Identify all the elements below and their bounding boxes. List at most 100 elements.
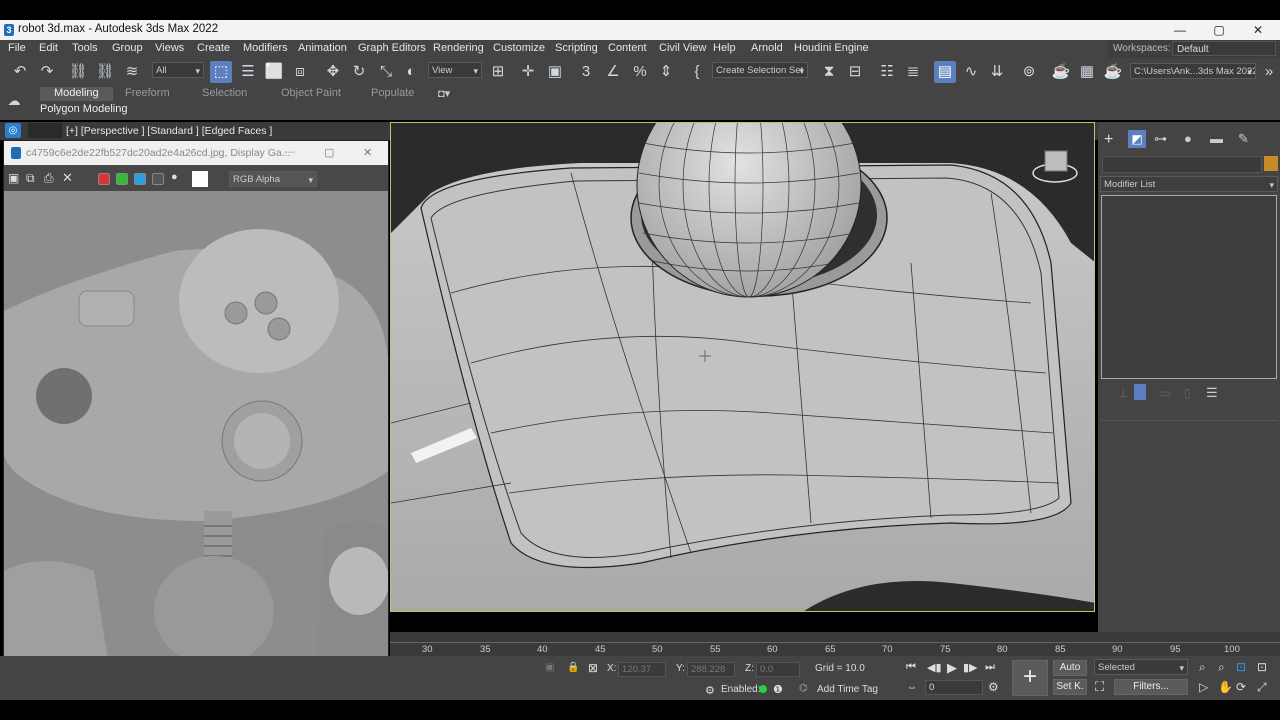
orbit-icon[interactable]: ⟳	[1236, 680, 1246, 694]
show-end-result-icon[interactable]	[1134, 384, 1146, 400]
menu-views[interactable]: Views	[155, 42, 184, 54]
selection-lock-icon[interactable]: 🔒	[567, 662, 579, 673]
enabled-indicator[interactable]	[759, 685, 767, 693]
menu-tools[interactable]: Tools	[72, 42, 98, 54]
align-icon[interactable]: ⊟	[844, 61, 866, 83]
ribbon-teapot-icon[interactable]: ☁	[3, 90, 25, 112]
menu-file[interactable]: File	[8, 42, 26, 54]
select-manipulate-icon[interactable]: ✛	[517, 61, 539, 83]
mirror-icon[interactable]: ⧗	[818, 61, 840, 83]
select-by-name-icon[interactable]: ☰	[237, 61, 259, 83]
menu-content[interactable]: Content	[608, 42, 647, 54]
maximize-viewport-icon[interactable]: ⤢	[1257, 680, 1267, 695]
time-tag-icon[interactable]: ⌬	[799, 683, 808, 694]
tab-selection[interactable]: Selection	[202, 87, 247, 101]
select-place-icon[interactable]: ◐	[400, 61, 422, 83]
info-icon[interactable]: ❶	[773, 683, 783, 696]
utilities-tab-icon[interactable]: ✎	[1238, 131, 1249, 147]
clear-image-icon[interactable]: ✕	[62, 170, 73, 186]
percent-snap-icon[interactable]: %	[629, 61, 651, 83]
image-window-close-button[interactable]: ✕	[363, 146, 372, 159]
clone-window-icon[interactable]: ⧉	[26, 171, 35, 186]
time-configuration-icon[interactable]: ⚙	[988, 680, 999, 694]
viewport-layout-icon[interactable]: ◎	[5, 123, 21, 138]
scene-explorer-icon[interactable]: ☷	[876, 61, 898, 83]
layer-explorer-icon[interactable]: ≣	[902, 61, 924, 83]
select-rotate-icon[interactable]: ↻	[348, 61, 370, 83]
schematic-view-icon[interactable]: ⇊	[986, 61, 1008, 83]
tab-modeling[interactable]: Modeling	[40, 87, 113, 101]
z-coordinate-field[interactable]: 0.0	[756, 662, 800, 677]
toolbar-overflow-icon[interactable]: »	[1258, 61, 1280, 83]
play-icon[interactable]: ▶	[947, 660, 957, 676]
minimize-button[interactable]: —	[1160, 20, 1200, 40]
field-of-view-icon[interactable]: ▷	[1199, 680, 1208, 694]
menu-scripting[interactable]: Scripting	[555, 42, 598, 54]
window-crossing-icon[interactable]: ⧈	[289, 61, 311, 83]
menu-houdini-engine[interactable]: Houdini Engine	[794, 42, 869, 54]
image-window-maximize-button[interactable]: ▢	[324, 146, 334, 159]
menu-graph-editors[interactable]: Graph Editors	[358, 42, 426, 54]
remove-modifier-icon[interactable]: ▯	[1184, 386, 1191, 400]
viewport-label[interactable]: [+] [Perspective ] [Standard ] [Edged Fa…	[66, 125, 272, 137]
modifier-list-dropdown[interactable]: Modifier List	[1100, 176, 1278, 192]
pin-stack-icon[interactable]: ⊥	[1118, 386, 1128, 400]
previous-frame-icon[interactable]: ◀▮	[927, 661, 942, 674]
ribbon-options-icon[interactable]: ◘▾	[438, 87, 450, 101]
menu-group[interactable]: Group	[112, 42, 143, 54]
time-config-icon[interactable]: ⇔	[907, 682, 917, 693]
zoom-icon[interactable]: ⌕	[1199, 660, 1206, 675]
spinner-snap-icon[interactable]: ⇕	[655, 61, 677, 83]
print-image-icon[interactable]: ⎙	[44, 171, 54, 186]
render-setup-icon[interactable]: ☕	[1050, 61, 1072, 83]
tab-freeform[interactable]: Freeform	[125, 87, 170, 101]
menu-civil-view[interactable]: Civil View	[659, 42, 706, 54]
alpha-channel-toggle[interactable]	[152, 173, 164, 185]
go-to-start-icon[interactable]: ⏮	[906, 661, 916, 674]
key-mode-icon[interactable]: ⛶	[1095, 679, 1104, 695]
named-selection-set-dropdown[interactable]: Create Selection Set	[712, 62, 808, 78]
selection-filter-dropdown[interactable]: All	[152, 62, 204, 78]
angle-snap-icon[interactable]: ∠	[602, 61, 624, 83]
material-editor-icon[interactable]: ⊚	[1018, 61, 1040, 83]
display-tab-icon[interactable]: ▬	[1210, 131, 1223, 146]
object-color-swatch[interactable]	[1264, 156, 1278, 171]
key-filters-button[interactable]: Filters...	[1114, 679, 1188, 695]
modify-tab-icon[interactable]: ◩	[1128, 130, 1146, 148]
next-frame-icon[interactable]: ▮▶	[963, 661, 978, 674]
add-time-tag-button[interactable]: Add Time Tag	[817, 684, 878, 695]
monochrome-icon[interactable]: ●	[171, 171, 178, 183]
tab-object-paint[interactable]: Object Paint	[281, 87, 341, 101]
zoom-all-icon[interactable]: ⌕	[1218, 660, 1225, 675]
adaptive-degradation-icon[interactable]: ⚙	[705, 684, 715, 697]
make-unique-icon[interactable]: ▭	[1160, 386, 1171, 400]
menu-edit[interactable]: Edit	[39, 42, 58, 54]
menu-help[interactable]: Help	[713, 42, 736, 54]
zoom-extents-all-icon[interactable]: ⊡	[1257, 660, 1267, 674]
perspective-viewport[interactable]	[390, 122, 1095, 612]
select-move-icon[interactable]: ✥	[322, 61, 344, 83]
toggle-ribbon-icon[interactable]: ▤	[934, 61, 956, 83]
menu-modifiers[interactable]: Modifiers	[243, 42, 288, 54]
select-scale-icon[interactable]: ⤡	[375, 61, 397, 83]
key-filter-selected-dropdown[interactable]: Selected	[1094, 659, 1188, 675]
viewport-layout-tab[interactable]	[28, 123, 62, 138]
blue-channel-toggle[interactable]	[134, 173, 146, 185]
project-folder-dropdown[interactable]: C:\Users\Ank...3ds Max 2022	[1130, 63, 1256, 79]
zoom-extents-icon[interactable]: ⊡	[1236, 660, 1246, 674]
green-channel-toggle[interactable]	[116, 173, 128, 185]
configure-modifier-sets-icon[interactable]: ☰	[1206, 385, 1218, 401]
workspaces-dropdown[interactable]: Default	[1172, 41, 1276, 56]
isolate-selection-icon[interactable]: ▣	[545, 662, 554, 673]
go-to-end-icon[interactable]: ⏭	[985, 661, 995, 674]
select-object-icon[interactable]: ⬚	[210, 61, 232, 83]
red-channel-toggle[interactable]	[98, 173, 110, 185]
menu-rendering[interactable]: Rendering	[433, 42, 484, 54]
absolute-mode-icon[interactable]: ⊠	[588, 661, 598, 675]
tab-populate[interactable]: Populate	[371, 87, 414, 101]
bind-space-warp-icon[interactable]: ≋	[121, 61, 143, 83]
motion-tab-icon[interactable]: ●	[1184, 131, 1192, 146]
close-button[interactable]: ✕	[1238, 20, 1278, 40]
redo-icon[interactable]: ↷	[36, 61, 58, 83]
unlink-icon[interactable]: ⛓	[94, 61, 116, 83]
